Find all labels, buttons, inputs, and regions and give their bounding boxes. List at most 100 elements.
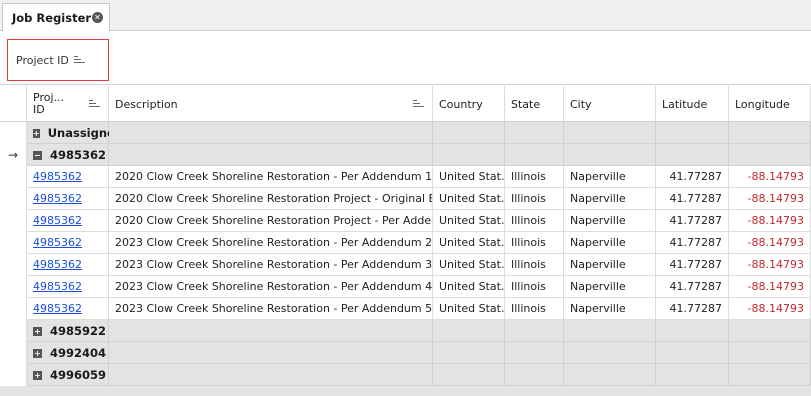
latitude-cell: 41.77287 bbox=[656, 276, 729, 298]
country-cell: United Stat... bbox=[433, 166, 505, 188]
group-row-4992404[interactable]: + 4992404 bbox=[0, 342, 811, 364]
sort-ascending-icon bbox=[89, 100, 100, 108]
description-cell: 2023 Clow Creek Shoreline Restoration - … bbox=[109, 232, 433, 254]
city-cell: Naperville bbox=[564, 298, 656, 320]
state-cell: Illinois bbox=[505, 232, 564, 254]
row-indicator bbox=[0, 188, 27, 210]
expand-icon[interactable]: + bbox=[33, 128, 40, 138]
country-cell: United Stat... bbox=[433, 232, 505, 254]
longitude-cell: -88.14793 bbox=[729, 188, 811, 210]
column-header-country[interactable]: Country bbox=[433, 86, 505, 122]
group-label: + 4985922 bbox=[33, 320, 106, 342]
sort-ascending-icon bbox=[413, 100, 424, 108]
expand-icon[interactable]: + bbox=[33, 326, 42, 336]
project-id-link[interactable]: 4985362 bbox=[33, 302, 82, 315]
latitude-cell: 41.77287 bbox=[656, 232, 729, 254]
focused-row-arrow-icon: → bbox=[0, 144, 27, 166]
close-icon[interactable]: ✕ bbox=[92, 12, 103, 23]
row-indicator bbox=[0, 232, 27, 254]
header-indicator-column bbox=[0, 86, 27, 122]
group-row-4985922[interactable]: + 4985922 bbox=[0, 320, 811, 342]
project-id-link[interactable]: 4985362 bbox=[33, 192, 82, 205]
group-chip-label: Project ID bbox=[16, 53, 69, 67]
column-header-label: Longitude bbox=[735, 97, 790, 111]
country-cell: United Stat... bbox=[433, 276, 505, 298]
project-id-link[interactable]: 4985362 bbox=[33, 236, 82, 249]
project-id-link[interactable]: 4985362 bbox=[33, 280, 82, 293]
row-indicator bbox=[0, 122, 27, 144]
longitude-cell: -88.14793 bbox=[729, 276, 811, 298]
project-id-link[interactable]: 4985362 bbox=[33, 214, 82, 227]
city-cell: Naperville bbox=[564, 166, 656, 188]
group-name: 4992404 bbox=[50, 346, 107, 360]
column-header-latitude[interactable]: Latitude bbox=[656, 86, 729, 122]
state-cell: Illinois bbox=[505, 254, 564, 276]
latitude-cell: 41.77287 bbox=[656, 254, 729, 276]
country-cell: United Stat... bbox=[433, 188, 505, 210]
tab-job-register[interactable]: Job Register ✕ bbox=[2, 3, 110, 31]
table-row[interactable]: 4985362 2020 Clow Creek Shoreline Restor… bbox=[0, 188, 811, 210]
row-indicator bbox=[0, 254, 27, 276]
tab-label: Job Register bbox=[12, 10, 92, 25]
column-header-label: Latitude bbox=[662, 97, 708, 111]
collapse-icon[interactable]: − bbox=[33, 150, 42, 160]
column-header-longitude[interactable]: Longitude bbox=[729, 86, 811, 122]
city-cell: Naperville bbox=[564, 276, 656, 298]
table-row[interactable]: 4985362 2023 Clow Creek Shoreline Restor… bbox=[0, 276, 811, 298]
data-grid: Proj... ID Description Country State Cit… bbox=[0, 86, 811, 396]
longitude-cell: -88.14793 bbox=[729, 166, 811, 188]
column-header-state[interactable]: State bbox=[505, 86, 564, 122]
country-cell: United Stat... bbox=[433, 298, 505, 320]
state-cell: Illinois bbox=[505, 210, 564, 232]
column-header-project-id[interactable]: Proj... ID bbox=[27, 86, 109, 122]
expand-icon[interactable]: + bbox=[33, 370, 42, 380]
group-row-4996059[interactable]: + 4996059 bbox=[0, 364, 811, 386]
group-chip-project-id[interactable]: Project ID bbox=[7, 39, 109, 81]
description-cell: 2020 Clow Creek Shoreline Restoration Pr… bbox=[109, 210, 433, 232]
group-label: − 4985362 bbox=[33, 144, 106, 166]
state-cell: Illinois bbox=[505, 166, 564, 188]
group-name: 4985362 bbox=[50, 148, 107, 162]
column-header-label: ID bbox=[33, 103, 45, 116]
project-id-link[interactable]: 4985362 bbox=[33, 258, 82, 271]
column-header-label: City bbox=[570, 97, 592, 111]
column-header-city[interactable]: City bbox=[564, 86, 656, 122]
table-row[interactable]: 4985362 2023 Clow Creek Shoreline Restor… bbox=[0, 298, 811, 320]
expand-icon[interactable]: + bbox=[33, 348, 42, 358]
column-header-label: Description bbox=[115, 97, 178, 111]
sort-ascending-icon bbox=[73, 56, 85, 64]
latitude-cell: 41.77287 bbox=[656, 188, 729, 210]
state-cell: Illinois bbox=[505, 298, 564, 320]
city-cell: Naperville bbox=[564, 254, 656, 276]
group-row-partial bbox=[0, 386, 811, 396]
state-cell: Illinois bbox=[505, 188, 564, 210]
description-cell: 2023 Clow Creek Shoreline Restoration - … bbox=[109, 276, 433, 298]
project-id-link[interactable]: 4985362 bbox=[33, 170, 82, 183]
description-cell: 2020 Clow Creek Shoreline Restoration - … bbox=[109, 166, 433, 188]
group-label: + Unassigned bbox=[33, 122, 109, 144]
group-name: 4996059 bbox=[50, 368, 107, 382]
table-row[interactable]: 4985362 2020 Clow Creek Shoreline Restor… bbox=[0, 166, 811, 188]
row-indicator bbox=[0, 298, 27, 320]
latitude-cell: 41.77287 bbox=[656, 166, 729, 188]
row-indicator bbox=[0, 276, 27, 298]
description-cell: 2023 Clow Creek Shoreline Restoration - … bbox=[109, 298, 433, 320]
row-indicator bbox=[0, 364, 27, 386]
state-cell: Illinois bbox=[505, 276, 564, 298]
longitude-cell: -88.14793 bbox=[729, 298, 811, 320]
group-by-panel: Project ID bbox=[0, 31, 811, 85]
longitude-cell: -88.14793 bbox=[729, 210, 811, 232]
description-cell: 2023 Clow Creek Shoreline Restoration - … bbox=[109, 254, 433, 276]
table-row[interactable]: 4985362 2023 Clow Creek Shoreline Restor… bbox=[0, 254, 811, 276]
row-indicator bbox=[0, 210, 27, 232]
table-row[interactable]: 4985362 2020 Clow Creek Shoreline Restor… bbox=[0, 210, 811, 232]
latitude-cell: 41.77287 bbox=[656, 298, 729, 320]
group-row-unassigned[interactable]: + Unassigned bbox=[0, 122, 811, 144]
column-header-label: State bbox=[511, 97, 541, 111]
group-row-4985362[interactable]: → − 4985362 bbox=[0, 144, 811, 166]
column-header-description[interactable]: Description bbox=[109, 86, 433, 122]
longitude-cell: -88.14793 bbox=[729, 232, 811, 254]
row-indicator bbox=[0, 320, 27, 342]
table-row[interactable]: 4985362 2023 Clow Creek Shoreline Restor… bbox=[0, 232, 811, 254]
column-header-label: Country bbox=[439, 97, 483, 111]
